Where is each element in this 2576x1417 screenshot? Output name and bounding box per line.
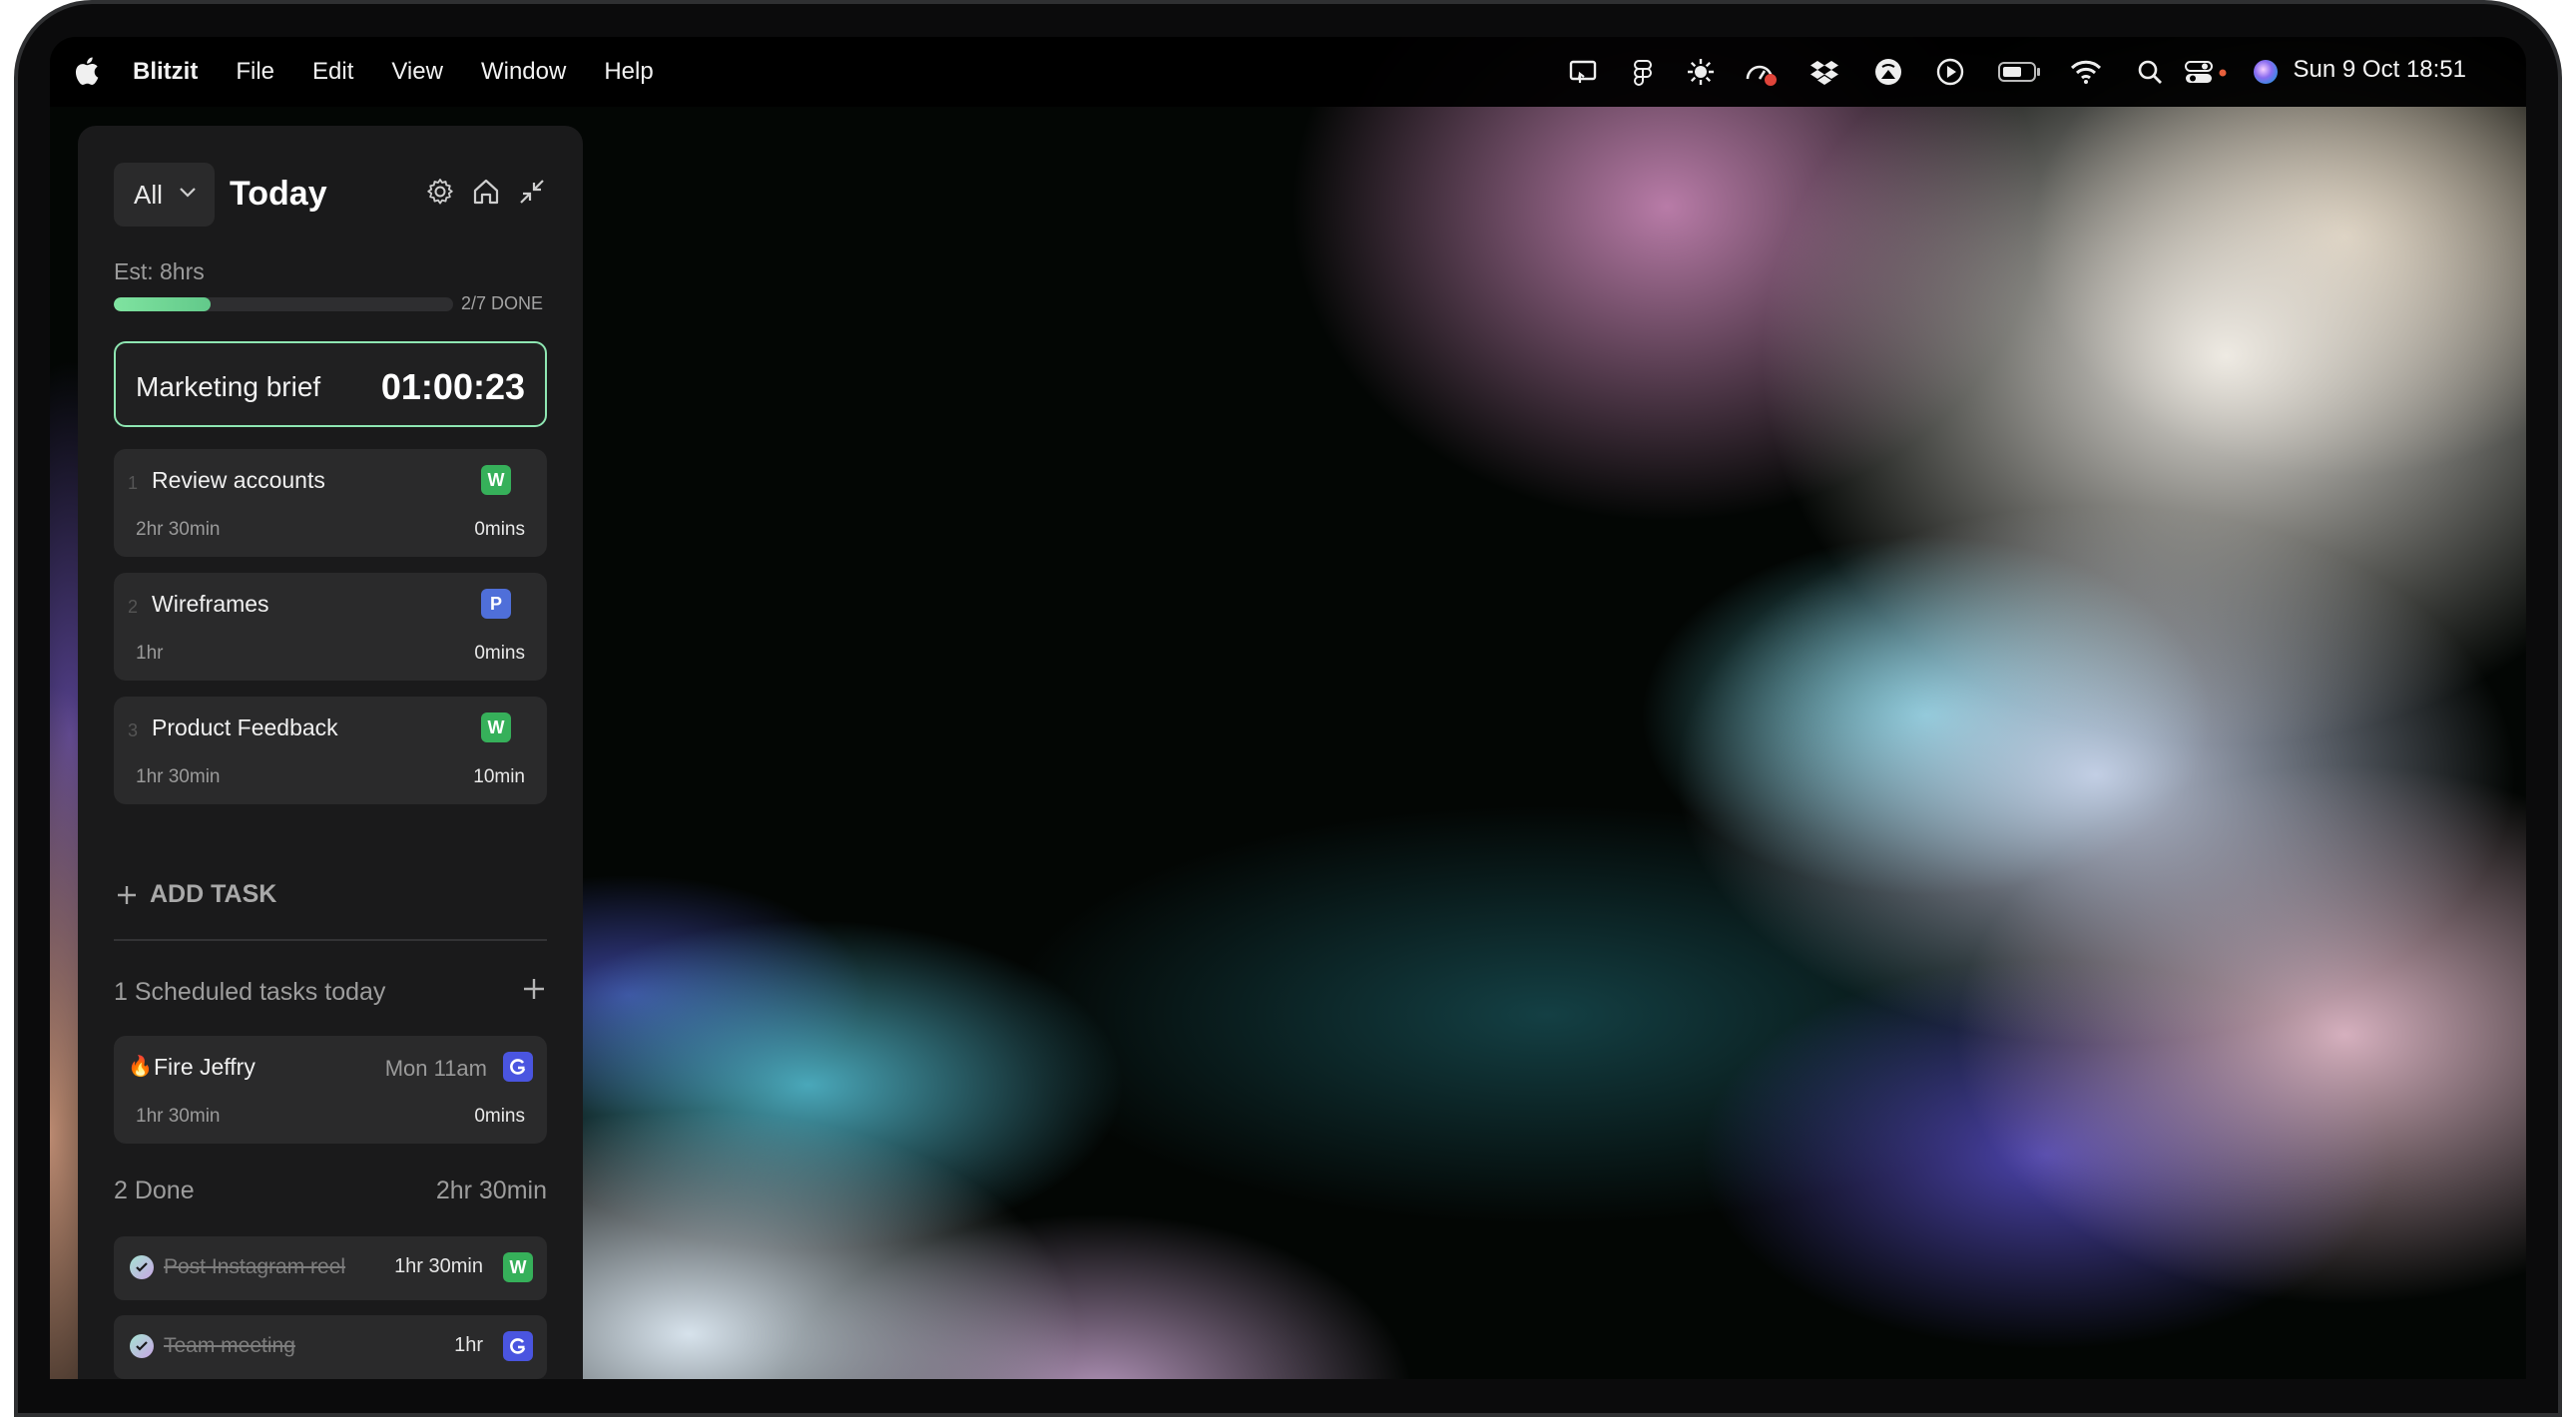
- divider: [114, 939, 547, 941]
- scheduled-task-card[interactable]: 🔥 Fire Jeffry Mon 11am 1hr 30min 0mins: [114, 1036, 547, 1144]
- task-name: Wireframes: [152, 591, 269, 617]
- task-number: 1: [128, 473, 139, 493]
- menu-help[interactable]: Help: [604, 58, 653, 86]
- menu-bar: Blitzit File Edit View Window Help Sun 9…: [50, 37, 2526, 107]
- menu-view[interactable]: View: [391, 58, 443, 86]
- progress-text: 2/7 DONE: [461, 293, 544, 313]
- task-time-spent: 10min: [473, 766, 525, 787]
- done-task-time: 1hr: [454, 1334, 483, 1356]
- screen-share-icon[interactable]: [1568, 57, 1598, 87]
- control-center-icon[interactable]: [2183, 57, 2229, 87]
- progress-fill: [114, 297, 212, 311]
- apple-icon[interactable]: [72, 55, 100, 87]
- task-name: Review accounts: [152, 467, 325, 493]
- task-time-spent: 0mins: [474, 519, 525, 540]
- task-number: 2: [128, 597, 139, 617]
- workspace-badge[interactable]: P: [481, 589, 511, 619]
- progress-bar: [114, 297, 453, 311]
- task-card[interactable]: 3 Product Feedback W 1hr 30min 10min: [114, 697, 547, 804]
- task-time-spent: 0mins: [474, 1106, 525, 1127]
- collapse-icon[interactable]: [517, 177, 547, 207]
- menu-file[interactable]: File: [236, 58, 274, 86]
- menubar-clock[interactable]: Sun 9 Oct 18:51: [2294, 56, 2466, 84]
- battery-icon[interactable]: [1997, 57, 2043, 87]
- done-task-name: Post Instagram reel: [164, 1255, 346, 1278]
- filter-label: All: [134, 179, 163, 210]
- chevron-down-icon: [180, 188, 196, 198]
- add-scheduled-icon[interactable]: [521, 976, 547, 1002]
- panel-header: All Today: [114, 163, 547, 227]
- activity-icon[interactable]: [1744, 57, 1780, 87]
- done-task-row[interactable]: Post Instagram reel 1hr 30min W: [114, 1236, 547, 1300]
- task-number: 3: [128, 720, 139, 740]
- fire-emoji-icon: 🔥: [128, 1056, 153, 1078]
- plus-icon: [118, 885, 136, 904]
- workspace-badge[interactable]: W: [481, 712, 511, 742]
- siri-icon[interactable]: [2251, 57, 2281, 87]
- workspace-badge[interactable]: W: [481, 465, 511, 495]
- google-calendar-icon[interactable]: [503, 1331, 533, 1361]
- done-task-row[interactable]: Team meeting 1hr: [114, 1315, 547, 1379]
- scheduled-heading: 1 Scheduled tasks today: [114, 978, 386, 1006]
- done-task-time: 1hr 30min: [394, 1255, 483, 1277]
- figma-icon[interactable]: [1628, 57, 1658, 87]
- done-heading: 2 Done: [114, 1177, 195, 1204]
- task-estimate: 1hr: [136, 643, 164, 664]
- menu-window[interactable]: Window: [481, 58, 566, 86]
- add-task-label: ADD TASK: [150, 880, 277, 908]
- estimate-label: Est: 8hrs: [114, 258, 205, 284]
- page-title: Today: [230, 175, 327, 213]
- task-estimate: 1hr 30min: [136, 1106, 221, 1127]
- wifi-icon[interactable]: [2069, 57, 2103, 87]
- add-task-button[interactable]: ADD TASK: [116, 880, 276, 909]
- task-name: Fire Jeffry: [154, 1054, 256, 1080]
- done-task-name: Team meeting: [164, 1334, 295, 1357]
- task-estimate: 2hr 30min: [136, 519, 221, 540]
- current-task-name: Marketing brief: [136, 371, 321, 402]
- sun-icon[interactable]: [1686, 57, 1716, 87]
- header-actions: [425, 177, 547, 207]
- workspace-badge[interactable]: W: [503, 1252, 533, 1282]
- done-total: 2hr 30min: [435, 1177, 547, 1204]
- current-task-timer: 01:00:23: [380, 366, 525, 407]
- task-card[interactable]: 2 Wireframes P 1hr 0mins: [114, 573, 547, 681]
- dropbox-icon[interactable]: [1809, 57, 1839, 87]
- menu-app-name[interactable]: Blitzit: [133, 58, 198, 86]
- scheduled-header: 1 Scheduled tasks today: [114, 974, 547, 1014]
- filter-dropdown[interactable]: All: [114, 163, 215, 227]
- search-icon[interactable]: [2135, 57, 2165, 87]
- task-name: Product Feedback: [152, 714, 338, 740]
- blitzit-panel: All Today Est: 8hrs 2/7 DONE Marketing b…: [78, 126, 583, 1379]
- gear-icon[interactable]: [425, 177, 455, 207]
- screen: Blitzit File Edit View Window Help Sun 9…: [50, 37, 2526, 1379]
- scheduled-time: Mon 11am: [384, 1056, 487, 1081]
- home-icon[interactable]: [471, 177, 501, 207]
- google-calendar-icon[interactable]: [503, 1052, 533, 1082]
- airplay-icon[interactable]: [1873, 57, 1903, 87]
- checkmark-icon[interactable]: [130, 1255, 154, 1279]
- checkmark-icon[interactable]: [130, 1334, 154, 1358]
- menu-list: Blitzit File Edit View Window Help: [133, 37, 692, 107]
- task-card[interactable]: 1 Review accounts W 2hr 30min 0mins: [114, 449, 547, 557]
- play-icon[interactable]: [1935, 57, 1965, 87]
- task-time-spent: 0mins: [474, 643, 525, 664]
- menu-edit[interactable]: Edit: [312, 58, 353, 86]
- task-estimate: 1hr 30min: [136, 766, 221, 787]
- current-task-card[interactable]: Marketing brief 01:00:23: [114, 341, 547, 427]
